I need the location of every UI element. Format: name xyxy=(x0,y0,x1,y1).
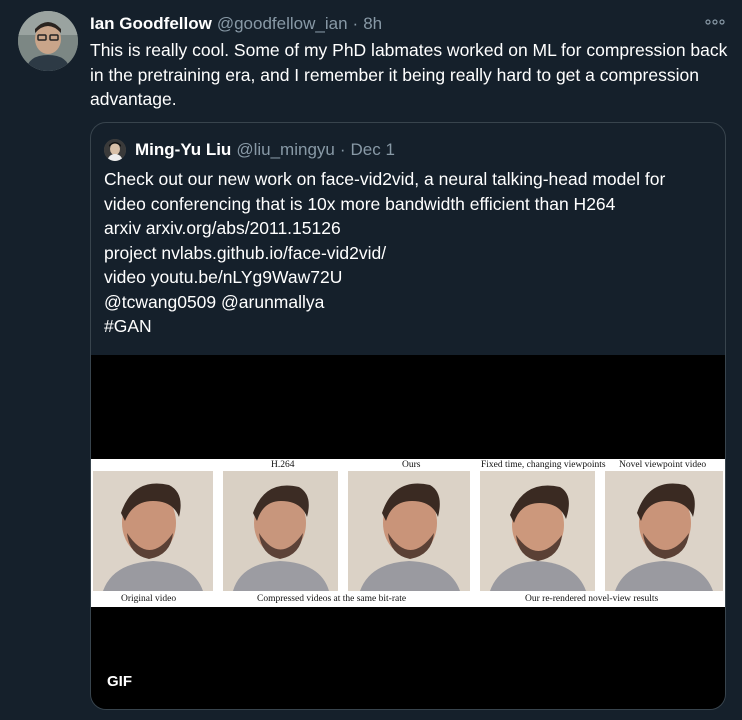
face-frame-image xyxy=(348,471,470,591)
face-frame-image xyxy=(605,471,723,591)
quoted-text-line[interactable]: video youtu.be/nLYg9Waw72U xyxy=(104,265,714,290)
caption-fixed-time: Fixed time, changing viewpoints xyxy=(481,460,606,470)
more-options-icon[interactable] xyxy=(703,13,727,31)
quoted-tweet[interactable]: Ming-Yu Liu @liu_mingyu · Dec 1 Check ou… xyxy=(90,122,726,710)
quoted-timestamp[interactable]: Dec 1 xyxy=(351,140,395,160)
quoted-text-line[interactable]: @tcwang0509 @arunmallya xyxy=(104,290,714,315)
face-frame-image xyxy=(93,471,213,591)
tweet-header: Ian Goodfellow @goodfellow_ian · 8h xyxy=(90,12,382,36)
tweet-text: This is really cool. Some of my PhD labm… xyxy=(90,40,728,109)
video-frame-original xyxy=(93,471,213,591)
quoted-text-line[interactable]: project nvlabs.github.io/face-vid2vid/ xyxy=(104,241,714,266)
video-frame-ours xyxy=(348,471,470,591)
caption-novel-viewpoint: Novel viewpoint video xyxy=(619,460,707,470)
quoted-author-name[interactable]: Ming-Yu Liu xyxy=(135,140,231,160)
gif-media[interactable]: H.264 Ours Fixed time, changing viewpoin… xyxy=(91,355,725,709)
gif-badge: GIF xyxy=(107,673,132,690)
quoted-text-line[interactable]: arxiv arxiv.org/abs/2011.15126 xyxy=(104,216,714,241)
caption-ours: Ours xyxy=(402,460,421,470)
quoted-separator-dot: · xyxy=(339,140,346,159)
quoted-tweet-text: Check out our new work on face-vid2vid, … xyxy=(104,167,714,339)
tweet-timestamp[interactable]: 8h xyxy=(363,14,382,34)
quoted-avatar xyxy=(104,139,126,161)
avatar[interactable] xyxy=(18,11,78,71)
quoted-text-line[interactable]: #GAN xyxy=(104,314,714,339)
tweet[interactable]: Ian Goodfellow @goodfellow_ian · 8h This… xyxy=(0,0,742,720)
quoted-text-line: Check out our new work on face-vid2vid, … xyxy=(104,169,666,189)
video-frame-novel-view xyxy=(605,471,723,591)
quoted-tweet-header: Ming-Yu Liu @liu_mingyu · Dec 1 xyxy=(104,137,395,163)
caption-original-video: Original video xyxy=(121,594,177,604)
video-frame-h264 xyxy=(223,471,338,591)
caption-re-rendered: Our re-rendered novel-view results xyxy=(525,594,659,604)
separator-dot: · xyxy=(352,14,359,33)
avatar-image xyxy=(18,11,78,71)
video-frame-fixed-time xyxy=(480,471,595,591)
comparison-figure: H.264 Ours Fixed time, changing viewpoin… xyxy=(91,459,725,607)
caption-h264: H.264 xyxy=(271,460,295,470)
author-name[interactable]: Ian Goodfellow xyxy=(90,14,212,34)
caption-compressed: Compressed videos at the same bit-rate xyxy=(257,594,407,604)
quoted-avatar-image xyxy=(104,139,126,161)
author-handle[interactable]: @goodfellow_ian xyxy=(217,14,348,34)
face-frame-image xyxy=(223,471,338,591)
quoted-author-handle[interactable]: @liu_mingyu xyxy=(236,140,335,160)
face-frame-image xyxy=(480,471,595,591)
ellipsis-icon xyxy=(705,19,725,25)
quoted-text-line: video conferencing that is 10x more band… xyxy=(104,193,616,214)
